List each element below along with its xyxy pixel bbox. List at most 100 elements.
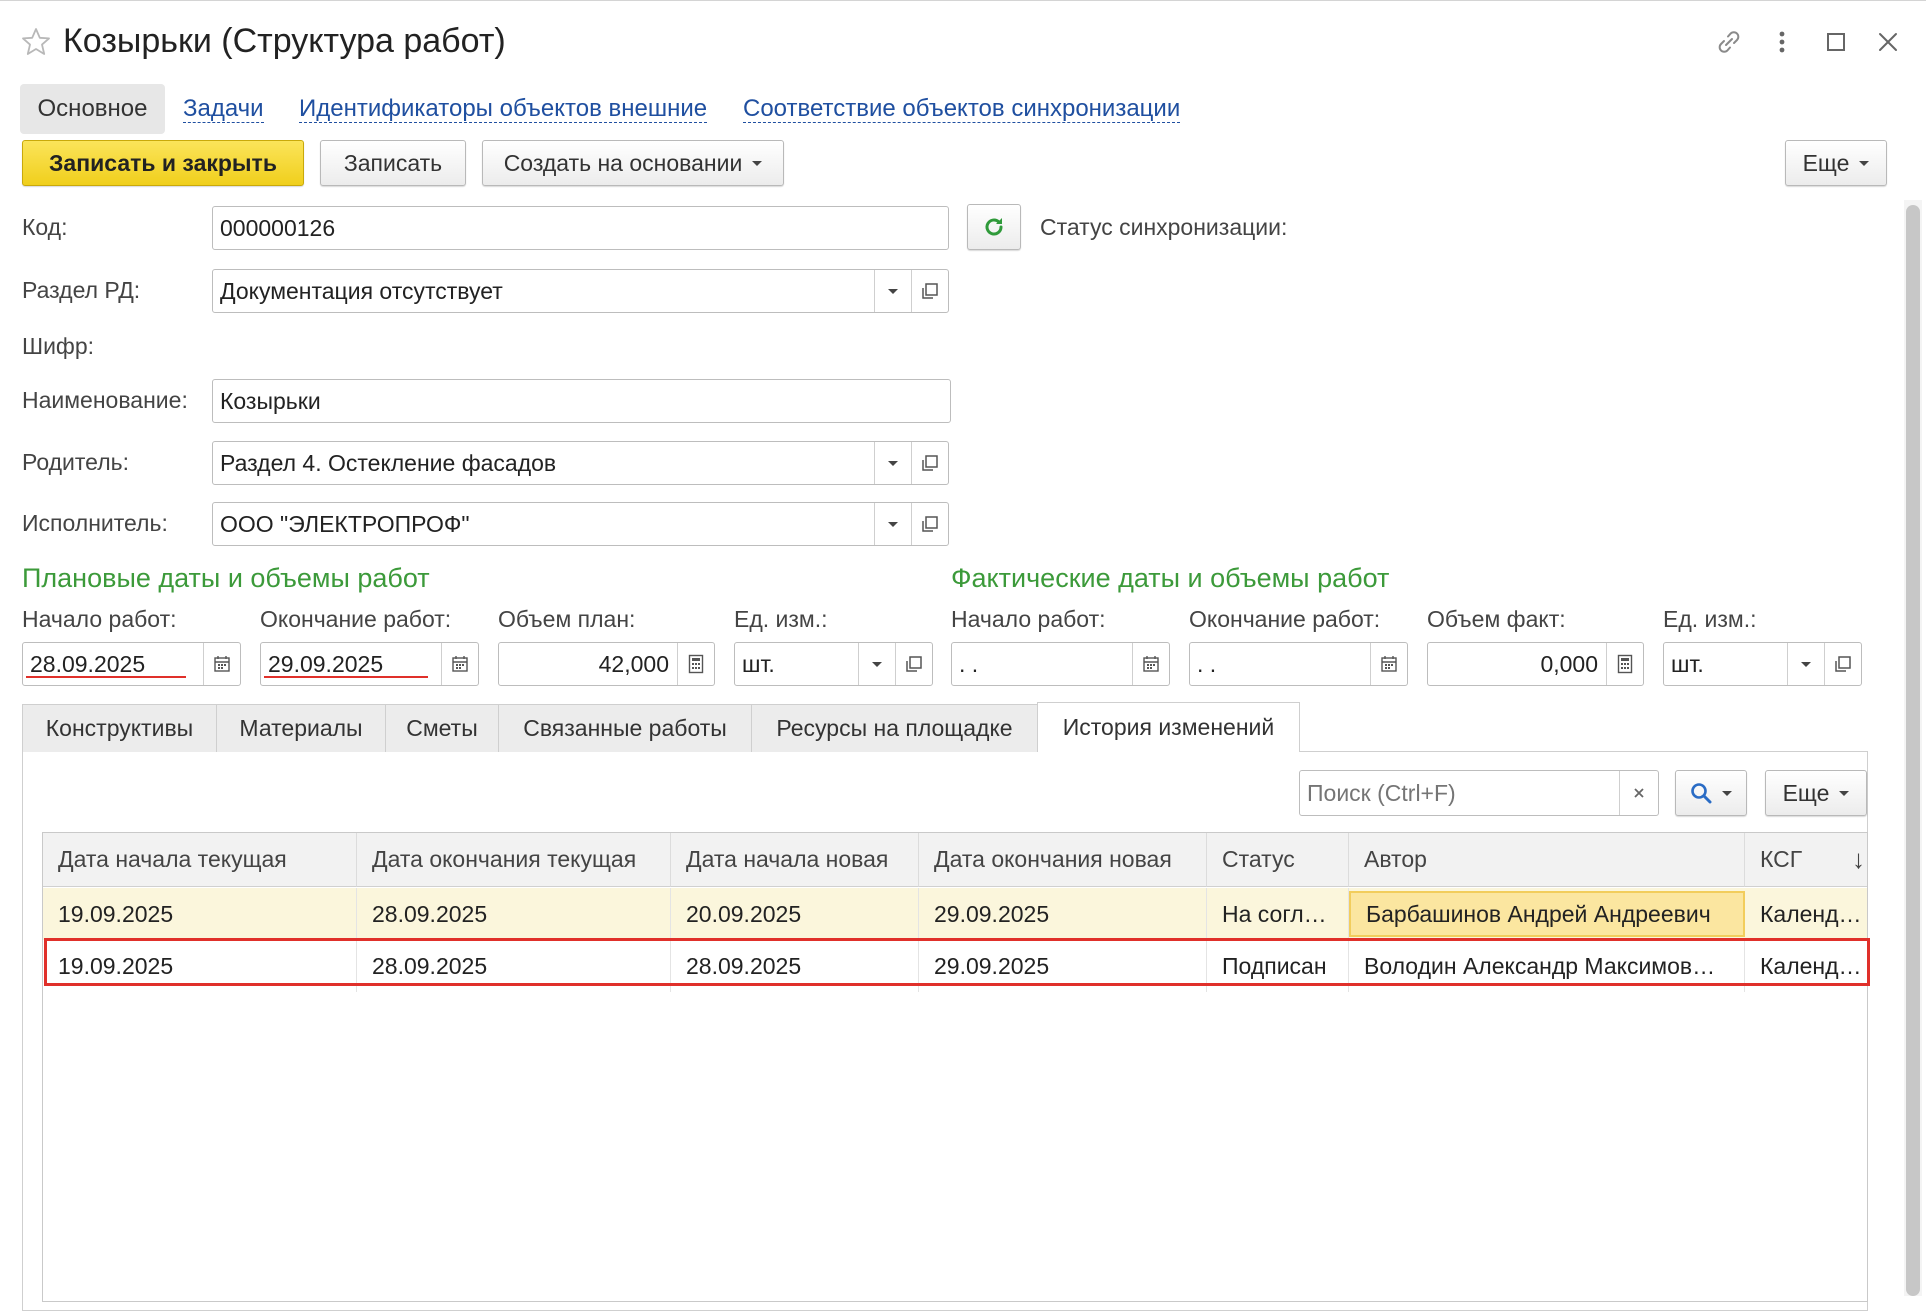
table-row[interactable]: 19.09.2025 28.09.2025 20.09.2025 29.09.2…	[43, 888, 1867, 940]
tab-estimates[interactable]: Сметы	[385, 704, 499, 752]
table-cell: На согл…	[1207, 888, 1349, 940]
history-table: Дата начала текущая Дата окончания текущ…	[42, 832, 1868, 1302]
more-actions-label: Еще	[1802, 149, 1850, 176]
calculator-button[interactable]	[1606, 643, 1643, 685]
fact-section-title: Фактические даты и объемы работ	[951, 563, 1390, 593]
calendar-button[interactable]	[203, 643, 240, 685]
plan-end-value: 29.09.2025	[268, 650, 384, 677]
tab-constructives[interactable]: Конструктивы	[22, 704, 217, 752]
annotation-underline	[26, 676, 186, 678]
save-and-close-button[interactable]: Записать и закрыть	[22, 140, 304, 186]
nav-tab-sync-mapping[interactable]: Соответствие объектов синхронизации	[743, 96, 1181, 123]
table-cell: 28.09.2025	[357, 888, 671, 940]
code-field[interactable]: 000000126	[212, 206, 949, 250]
dropdown-button[interactable]	[1787, 643, 1824, 685]
more-actions-button[interactable]: Еще	[1785, 140, 1887, 186]
clear-search-button[interactable]	[1619, 771, 1658, 815]
table-cell: Володин Александр Максимов…	[1349, 940, 1745, 992]
calendar-button[interactable]	[1132, 643, 1169, 685]
fact-volume-value: 0,000	[1540, 650, 1598, 677]
history-search-field[interactable]	[1299, 770, 1659, 816]
calendar-button[interactable]	[1370, 643, 1407, 685]
open-button[interactable]	[911, 270, 948, 312]
dropdown-button[interactable]	[858, 643, 895, 685]
plan-end-field[interactable]: 29.09.2025	[260, 642, 479, 686]
rd-section-value: Документация отсутствует	[220, 277, 503, 304]
dropdown-button[interactable]	[874, 442, 911, 484]
parent-value: Раздел 4. Остекление фасадов	[220, 449, 557, 476]
plan-end-label: Окончание работ:	[260, 606, 452, 632]
tab-materials[interactable]: Материалы	[216, 704, 386, 752]
history-more-button[interactable]: Еще	[1765, 770, 1867, 816]
table-cell: 29.09.2025	[919, 888, 1207, 940]
nav-tab-external-ids[interactable]: Идентификаторы объектов внешние	[299, 96, 708, 123]
table-cell-selected: Барбашинов Андрей Андреевич	[1349, 891, 1745, 937]
column-header[interactable]: КСГ ↓	[1745, 833, 1867, 887]
nav-tab-main[interactable]: Основное	[20, 84, 165, 134]
create-based-on-button[interactable]: Создать на основании	[482, 140, 784, 186]
calendar-button[interactable]	[441, 643, 478, 685]
column-header[interactable]: Автор	[1349, 833, 1745, 887]
refresh-icon	[985, 218, 1003, 236]
tab-site-resources[interactable]: Ресурсы на площадке	[751, 704, 1038, 752]
calculator-button[interactable]	[677, 643, 714, 685]
rd-section-field[interactable]: Документация отсутствует	[212, 269, 949, 313]
column-header[interactable]: Дата начала текущая	[43, 833, 357, 887]
table-row[interactable]: 19.09.2025 28.09.2025 28.09.2025 29.09.2…	[43, 940, 1867, 992]
chevron-down-icon	[1722, 790, 1732, 796]
open-button[interactable]	[911, 503, 948, 545]
name-value: Козырьки	[220, 387, 321, 414]
open-button[interactable]	[1824, 643, 1861, 685]
name-field[interactable]: Козырьки	[212, 379, 951, 423]
history-more-label: Еще	[1782, 779, 1830, 806]
open-window-icon	[906, 656, 922, 672]
fact-volume-field[interactable]: 0,000	[1427, 642, 1644, 686]
sync-status-label: Статус синхронизации:	[1040, 214, 1288, 240]
dropdown-button[interactable]	[874, 270, 911, 312]
chevron-down-icon	[1859, 160, 1870, 166]
create-based-on-label: Создать на основании	[503, 149, 743, 176]
tab-related-works[interactable]: Связанные работы	[498, 704, 752, 752]
column-header[interactable]: Дата окончания текущая	[357, 833, 671, 887]
dropdown-button[interactable]	[874, 503, 911, 545]
open-button[interactable]	[911, 442, 948, 484]
fact-end-field[interactable]: . .	[1189, 642, 1408, 686]
rd-section-label: Раздел РД:	[22, 277, 141, 303]
link-icon[interactable]	[1713, 26, 1745, 58]
plan-start-label: Начало работ:	[22, 606, 177, 632]
fact-start-label: Начало работ:	[951, 606, 1106, 632]
open-window-icon	[922, 516, 938, 532]
maximize-icon[interactable]	[1820, 26, 1852, 58]
favorite-star-icon[interactable]	[20, 26, 52, 58]
executor-field[interactable]: ООО "ЭЛЕКТРОПРОФ"	[212, 502, 949, 546]
plan-volume-field[interactable]: 42,000	[498, 642, 715, 686]
chevron-down-icon	[888, 521, 898, 527]
open-window-icon	[922, 455, 938, 471]
calendar-icon	[452, 656, 468, 672]
calendar-icon	[1381, 656, 1397, 672]
table-cell: Подписан	[1207, 940, 1349, 992]
fact-unit-field[interactable]: шт.	[1663, 642, 1862, 686]
plan-start-field[interactable]: 28.09.2025	[22, 642, 241, 686]
scrollbar-thumb[interactable]	[1906, 205, 1920, 1296]
column-header-label: КСГ	[1760, 846, 1803, 872]
name-label: Наименование:	[22, 387, 188, 413]
fact-start-field[interactable]: . .	[951, 642, 1170, 686]
column-header[interactable]: Дата начала новая	[671, 833, 919, 887]
plan-start-value: 28.09.2025	[30, 650, 146, 677]
more-vertical-icon[interactable]	[1766, 26, 1798, 58]
column-header[interactable]: Дата окончания новая	[919, 833, 1207, 887]
tab-change-history[interactable]: История изменений	[1037, 702, 1300, 752]
code-value: 000000126	[220, 214, 336, 241]
table-cell: 20.09.2025	[671, 888, 919, 940]
close-icon[interactable]	[1872, 26, 1904, 58]
save-button[interactable]: Записать	[320, 140, 466, 186]
refresh-button[interactable]	[967, 204, 1021, 250]
parent-field[interactable]: Раздел 4. Остекление фасадов	[212, 441, 949, 485]
column-header[interactable]: Статус	[1207, 833, 1349, 887]
open-button[interactable]	[895, 643, 932, 685]
plan-unit-field[interactable]: шт.	[734, 642, 933, 686]
search-options-button[interactable]	[1675, 770, 1747, 816]
search-input[interactable]	[1300, 771, 1619, 815]
nav-tab-tasks[interactable]: Задачи	[183, 96, 264, 123]
